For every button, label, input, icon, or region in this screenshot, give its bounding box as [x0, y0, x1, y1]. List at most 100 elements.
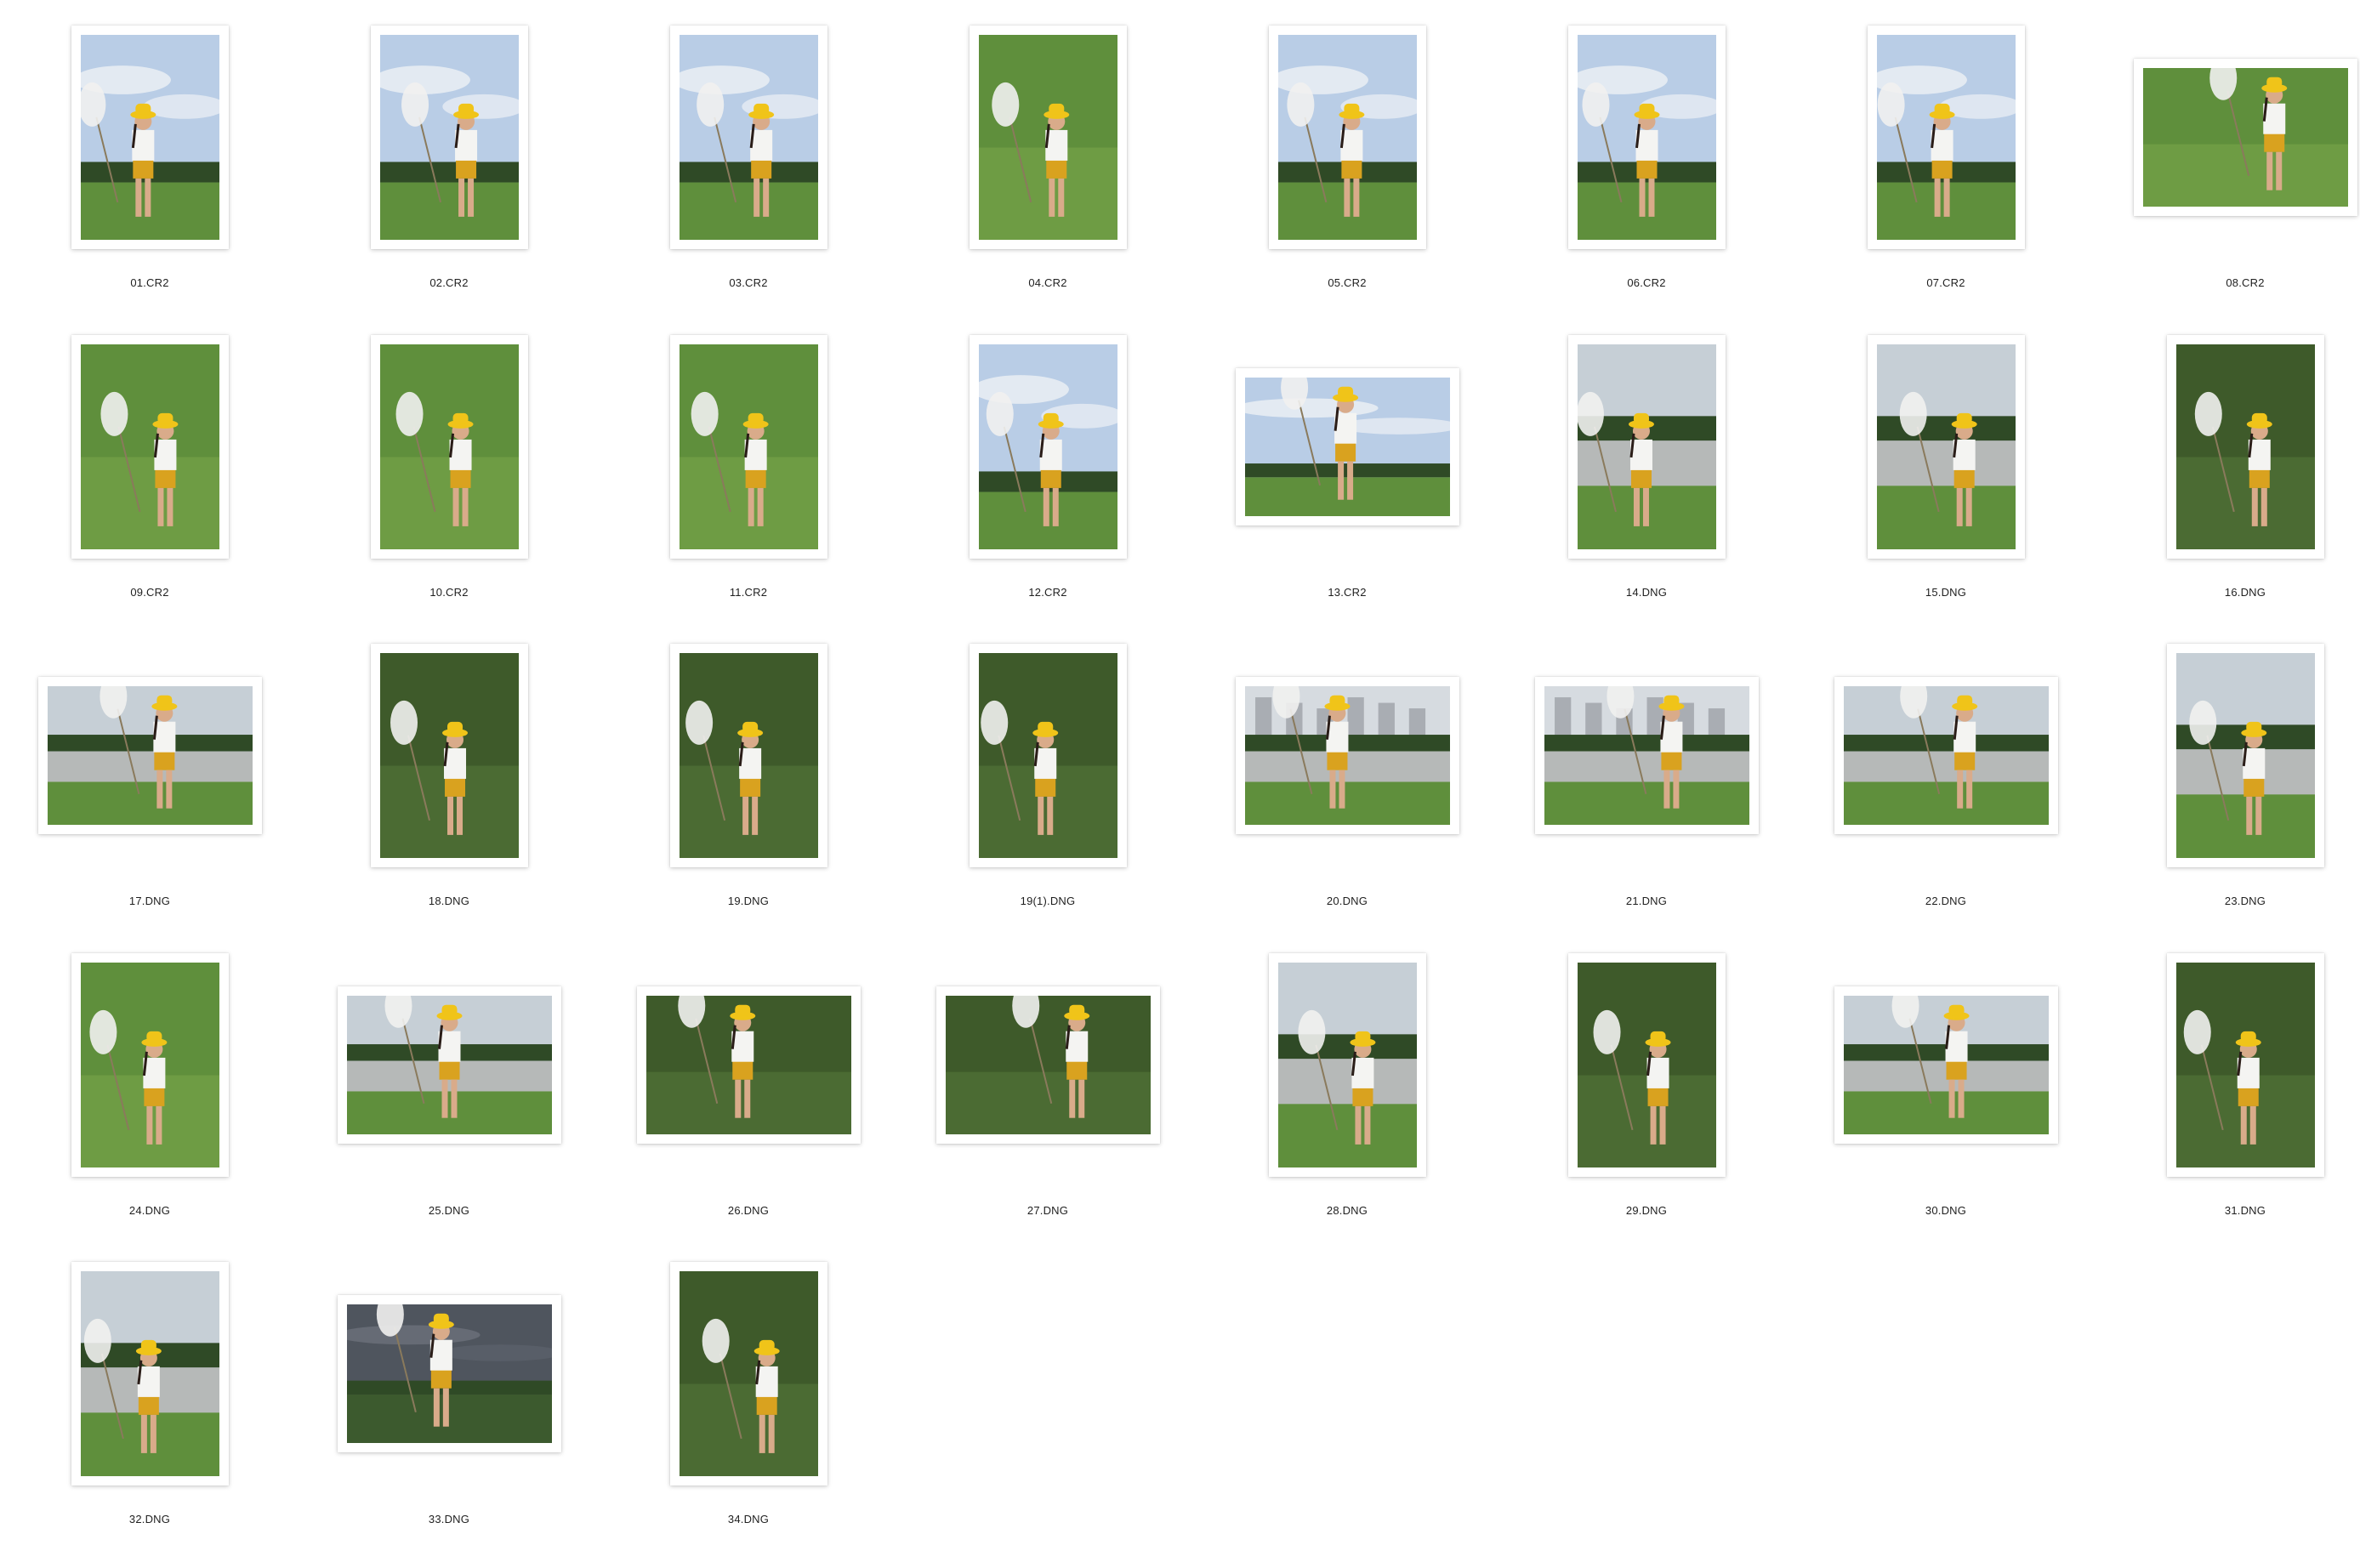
- photo-preview: [1867, 334, 2025, 559]
- photo-preview: [1235, 677, 1459, 834]
- file-name-label: 16.DNG: [2224, 585, 2266, 599]
- photo-preview: [337, 986, 561, 1144]
- file-name-label: 29.DNG: [1625, 1203, 1668, 1217]
- file-thumbnail[interactable]: 13.CR2: [1197, 335, 1497, 641]
- photo-preview: [1834, 677, 2058, 834]
- file-name-label: 19(1).DNG: [1020, 895, 1076, 907]
- photo-preview: [2133, 59, 2357, 216]
- file-thumbnail[interactable]: 08.CR2: [2096, 26, 2360, 332]
- photo-preview: [1235, 367, 1459, 526]
- file-name-label: 25.DNG: [428, 1203, 470, 1217]
- photo-image: [679, 653, 818, 858]
- photo-image: [1244, 686, 1450, 825]
- file-thumbnail[interactable]: 21.DNG: [1497, 644, 1796, 950]
- photo-image: [1876, 344, 2016, 549]
- file-name-label: 12.CR2: [1028, 585, 1067, 599]
- file-name-label: 10.CR2: [429, 585, 469, 599]
- photo-image: [1277, 35, 1417, 240]
- file-thumbnail[interactable]: 18.DNG: [299, 644, 599, 950]
- file-thumbnail[interactable]: 11.CR2: [599, 334, 898, 641]
- file-name-label: 01.CR2: [130, 276, 169, 289]
- photo-image: [679, 35, 818, 240]
- file-name-label: 23.DNG: [2224, 895, 2266, 907]
- file-thumbnail[interactable]: 15.DNG: [1796, 334, 2096, 641]
- photo-preview: [669, 644, 827, 867]
- file-thumbnail[interactable]: 03.CR2: [599, 26, 898, 332]
- file-thumbnail[interactable]: 09.CR2: [0, 334, 299, 641]
- thumbnail-grid: 01.CR2 02.CR2 03.CR2 04.CR2 05.CR2 06.CR2 07.C…: [0, 0, 2360, 1542]
- file-thumbnail[interactable]: 02.CR2: [299, 26, 599, 332]
- file-thumbnail[interactable]: 19(1).DNG: [898, 644, 1197, 950]
- photo-image: [1244, 377, 1450, 516]
- photo-image: [1843, 686, 2049, 825]
- file-name-label: 24.DNG: [128, 1203, 171, 1217]
- file-thumbnail[interactable]: 25.DNG: [299, 953, 599, 1259]
- file-name-label: 33.DNG: [428, 1513, 470, 1525]
- file-thumbnail[interactable]: 20.DNG: [1197, 644, 1497, 950]
- photo-image: [346, 995, 552, 1134]
- photo-image: [1577, 962, 1716, 1167]
- file-thumbnail[interactable]: 28.DNG: [1197, 952, 1497, 1259]
- photo-image: [645, 995, 851, 1134]
- file-name-label: 02.CR2: [429, 276, 469, 289]
- file-thumbnail[interactable]: 33.DNG: [299, 1262, 599, 1568]
- photo-preview: [1867, 26, 2025, 249]
- file-thumbnail[interactable]: 32.DNG: [0, 1262, 299, 1568]
- file-name-label: 20.DNG: [1326, 895, 1368, 907]
- file-thumbnail[interactable]: 06.CR2: [1497, 26, 1796, 332]
- photo-preview: [669, 1262, 827, 1486]
- file-thumbnail[interactable]: 26.DNG: [599, 953, 898, 1259]
- photo-preview: [2166, 334, 2324, 559]
- photo-image: [679, 344, 818, 549]
- file-thumbnail[interactable]: 14.DNG: [1497, 334, 1796, 641]
- photo-image: [945, 995, 1151, 1134]
- file-thumbnail[interactable]: 05.CR2: [1197, 26, 1497, 332]
- file-name-label: 28.DNG: [1326, 1203, 1368, 1217]
- photo-preview: [1567, 334, 1726, 559]
- file-thumbnail[interactable]: 01.CR2: [0, 26, 299, 332]
- file-name-label: 21.DNG: [1625, 895, 1668, 907]
- file-thumbnail[interactable]: 17.DNG: [0, 644, 299, 950]
- file-name-label: 05.CR2: [1328, 276, 1367, 289]
- file-thumbnail[interactable]: 04.CR2: [898, 26, 1197, 332]
- file-thumbnail[interactable]: 16.DNG: [2096, 334, 2360, 641]
- file-name-label: 15.DNG: [1925, 585, 1967, 599]
- file-thumbnail[interactable]: 07.CR2: [1796, 26, 2096, 332]
- photo-preview: [1567, 952, 1726, 1177]
- photo-preview: [370, 26, 528, 249]
- photo-preview: [969, 644, 1127, 867]
- photo-preview: [636, 986, 861, 1144]
- file-thumbnail[interactable]: 34.DNG: [599, 1262, 898, 1568]
- photo-image: [978, 344, 1117, 549]
- photo-image: [978, 653, 1117, 858]
- photo-preview: [1268, 26, 1426, 249]
- file-name-label: 19.DNG: [727, 895, 770, 907]
- photo-image: [80, 35, 219, 240]
- photo-preview: [2166, 644, 2324, 867]
- file-thumbnail[interactable]: 24.DNG: [0, 952, 299, 1259]
- file-thumbnail[interactable]: 27.DNG: [898, 953, 1197, 1259]
- file-thumbnail[interactable]: 29.DNG: [1497, 952, 1796, 1259]
- file-thumbnail[interactable]: 19.DNG: [599, 644, 898, 950]
- file-name-label: 11.CR2: [729, 585, 768, 599]
- photo-preview: [935, 986, 1160, 1144]
- file-thumbnail[interactable]: 23.DNG: [2096, 644, 2360, 950]
- file-name-label: 34.DNG: [727, 1513, 770, 1525]
- file-thumbnail[interactable]: 22.DNG: [1796, 644, 2096, 950]
- file-thumbnail[interactable]: 30.DNG: [1796, 953, 2096, 1259]
- file-thumbnail[interactable]: 31.DNG: [2096, 952, 2360, 1259]
- file-thumbnail[interactable]: 12.CR2: [898, 334, 1197, 641]
- photo-preview: [969, 334, 1127, 559]
- file-name-label: 04.CR2: [1028, 276, 1067, 289]
- photo-image: [379, 344, 519, 549]
- photo-image: [346, 1304, 552, 1443]
- photo-preview: [71, 334, 229, 559]
- file-name-label: 31.DNG: [2224, 1203, 2266, 1217]
- photo-preview: [1268, 952, 1426, 1177]
- file-thumbnail[interactable]: 10.CR2: [299, 334, 599, 641]
- file-name-label: 30.DNG: [1925, 1203, 1967, 1217]
- file-name-label: 26.DNG: [727, 1203, 770, 1217]
- photo-image: [80, 344, 219, 549]
- photo-image: [2142, 68, 2348, 207]
- photo-preview: [1834, 986, 2058, 1144]
